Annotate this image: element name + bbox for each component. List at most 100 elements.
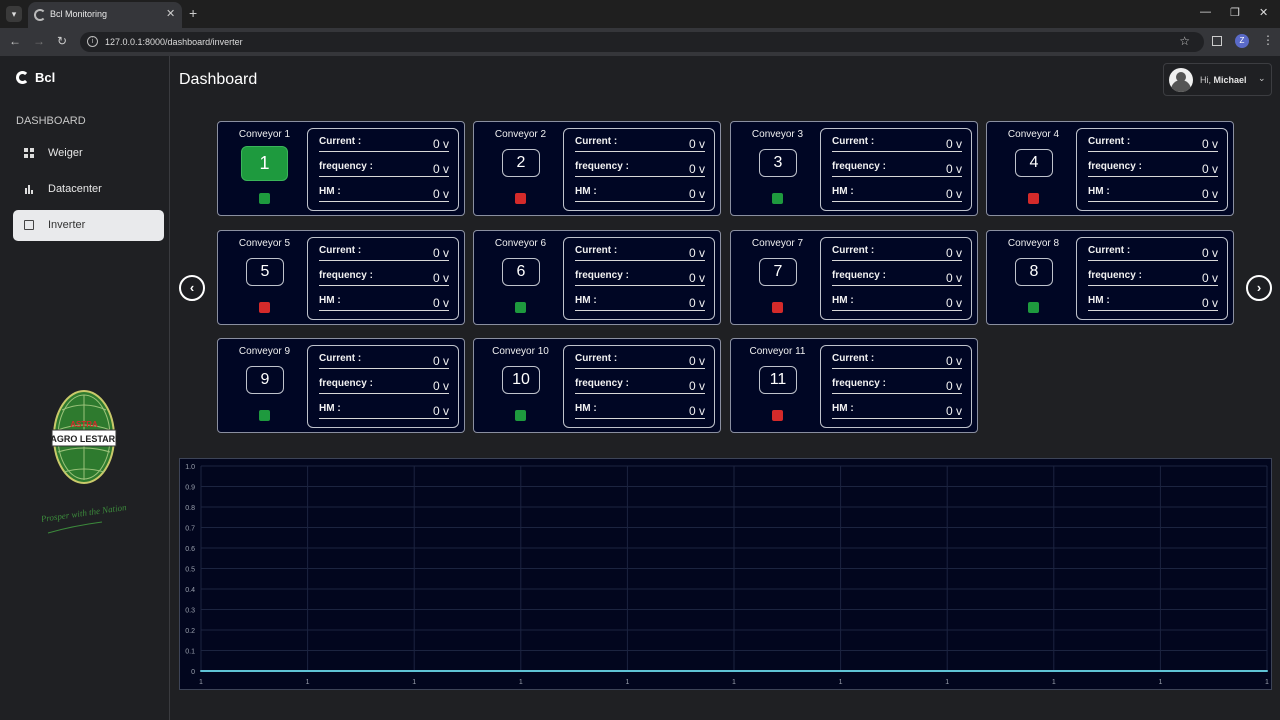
sidebar-item-datacenter[interactable]: Datacenter [13, 174, 164, 205]
tab-close-icon[interactable]: ✕ [166, 7, 175, 20]
current-value: 0 v [1201, 246, 1218, 260]
hm-row: HM : 0 v [832, 184, 962, 202]
carousel-next-button[interactable]: › [1246, 275, 1272, 301]
frequency-row: frequency : 0 v [1088, 268, 1218, 286]
profile-avatar-icon[interactable]: Z [1235, 34, 1249, 48]
conveyor-card[interactable]: Conveyor 4 4 Current :0 v frequency :0 v HM … [986, 121, 1234, 216]
conveyor-card[interactable]: Conveyor 3 3 Current :0 v frequency :0 v HM … [730, 121, 978, 216]
x-tick-label: 1 [199, 679, 203, 686]
tab-search-icon[interactable]: ▾ [6, 6, 22, 22]
conveyor-values-panel: Current : 0 v frequency : 0 v HM : 0 v [1076, 237, 1228, 320]
hm-label: HM : [1088, 295, 1110, 306]
chart-svg: 0 0.1 0.2 0.3 0.4 0.5 0.6 0.7 0.8 0.9 1.0 1 1 1 1 1 1 1 1 1… [185, 464, 1269, 686]
site-info-icon[interactable]: i [87, 36, 98, 47]
avatar [1169, 68, 1193, 92]
current-value: 0 v [945, 354, 962, 368]
conveyor-card[interactable]: Conveyor 6 6 Current :0 v frequency :0 v HM … [473, 230, 721, 325]
more-menu-icon[interactable]: ⋮ [1262, 33, 1274, 47]
page-title: Dashboard [179, 71, 258, 88]
conveyor-name: Conveyor 2 [494, 129, 547, 140]
sidebar: Bcl DASHBOARD Weiger Datacenter Inverter… [0, 56, 170, 720]
brand[interactable]: Bcl [16, 70, 55, 85]
conveyor-card[interactable]: Conveyor 7 7 Current :0 v frequency :0 v HM … [730, 230, 978, 325]
hm-row: HM : 0 v [1088, 293, 1218, 311]
conveyor-number-button[interactable]: 11 [759, 366, 797, 394]
y-tick-label: 1.0 [185, 464, 195, 471]
current-row: Current : 0 v [832, 243, 962, 261]
status-indicator [1028, 193, 1039, 204]
url-text[interactable]: 127.0.0.1:8000/dashboard/inverter [105, 37, 243, 47]
bookmark-star-icon[interactable]: ☆ [1179, 34, 1190, 48]
hm-label: HM : [832, 403, 854, 414]
hm-label: HM : [319, 186, 341, 197]
conveyor-card[interactable]: Conveyor 11 11 Current :0 v frequency :0 vH… [730, 338, 978, 433]
current-row: Current : 0 v [575, 243, 705, 261]
hm-value: 0 v [432, 187, 449, 201]
conveyor-values-panel: Current : 0 v frequency : 0 v HM : 0 v [307, 237, 459, 320]
frequency-row: frequency : 0 v [575, 159, 705, 177]
hm-row: HM : 0 v [575, 293, 705, 311]
new-tab-icon[interactable]: + [189, 5, 197, 21]
status-indicator [515, 410, 526, 421]
data-point [1266, 670, 1268, 672]
conveyor-number-button[interactable]: 1 [241, 146, 288, 181]
conveyor-number-button[interactable]: 5 [246, 258, 284, 286]
conveyor-number-button[interactable]: 7 [759, 258, 797, 286]
hm-label: HM : [575, 403, 597, 414]
frequency-row: frequency : 0 v [319, 159, 449, 177]
conveyor-number-button[interactable]: 10 [502, 366, 540, 394]
carousel-prev-button[interactable]: ‹ [179, 275, 205, 301]
minimize-icon[interactable]: — [1200, 6, 1211, 18]
address-bar[interactable]: i 127.0.0.1:8000/dashboard/inverter ☆ [80, 32, 1204, 52]
data-point [626, 670, 629, 672]
sidebar-item-weiger[interactable]: Weiger [13, 138, 164, 169]
conveyor-number-button[interactable]: 8 [1015, 258, 1053, 286]
hm-value: 0 v [945, 296, 962, 310]
conveyor-number-button[interactable]: 9 [246, 366, 284, 394]
frequency-label: frequency : [1088, 161, 1142, 172]
status-indicator [259, 410, 270, 421]
conveyor-number-button[interactable]: 2 [502, 149, 540, 177]
frequency-value: 0 v [1201, 271, 1218, 285]
window-close-icon[interactable]: ✕ [1259, 6, 1268, 19]
status-indicator [515, 193, 526, 204]
frequency-label: frequency : [575, 378, 629, 389]
user-menu[interactable]: Hi, Michael ⌄ [1163, 63, 1272, 96]
hm-row: HM : 0 v [832, 401, 962, 419]
back-icon[interactable]: ← [9, 34, 21, 48]
current-value: 0 v [432, 246, 449, 260]
x-tick-label: 1 [625, 679, 629, 686]
grid-icon [24, 148, 34, 158]
conveyor-card[interactable]: Conveyor 10 10 Current :0 v frequency :0 vH… [473, 338, 721, 433]
conveyor-card[interactable]: Conveyor 9 9 Current :0 v frequency :0 v HM … [217, 338, 465, 433]
conveyor-card[interactable]: Conveyor 5 5 Current :0 v frequency :0 v HM … [217, 230, 465, 325]
conveyor-card[interactable]: Conveyor 1 1 Current :0 v frequency :0 v HM … [217, 121, 465, 216]
reload-icon[interactable]: ↻ [57, 34, 67, 48]
svg-text:Prosper with the Nation: Prosper with the Nation [42, 502, 128, 524]
data-point [413, 670, 416, 672]
conveyor-name: Conveyor 3 [751, 129, 804, 140]
sidebar-item-inverter[interactable]: Inverter [13, 210, 164, 241]
browser-tab-bar: ▾ Bcl Monitoring ✕ + — ❐ ✕ [0, 0, 1280, 28]
y-tick-label: 0.3 [185, 608, 195, 615]
current-label: Current : [1088, 245, 1131, 256]
hm-row: HM : 0 v [832, 293, 962, 311]
browser-tab[interactable]: Bcl Monitoring ✕ [28, 2, 182, 28]
frequency-label: frequency : [832, 161, 886, 172]
current-value: 0 v [688, 246, 705, 260]
x-tick-label: 1 [839, 679, 843, 686]
hm-value: 0 v [1201, 296, 1218, 310]
conveyor-number-button[interactable]: 4 [1015, 149, 1053, 177]
side-panel-icon[interactable] [1212, 36, 1222, 46]
conveyor-number-button[interactable]: 3 [759, 149, 797, 177]
conveyor-card[interactable]: Conveyor 2 2 Current :0 v frequency :0 v HM … [473, 121, 721, 216]
conveyor-number-button[interactable]: 6 [502, 258, 540, 286]
conveyor-card[interactable]: Conveyor 8 8 Current :0 v frequency :0 v HM … [986, 230, 1234, 325]
frequency-label: frequency : [575, 270, 629, 281]
frequency-value: 0 v [945, 162, 962, 176]
hm-row: HM : 0 v [319, 293, 449, 311]
status-indicator [515, 302, 526, 313]
user-greeting: Hi, Michael [1200, 75, 1247, 85]
forward-icon[interactable]: → [33, 34, 45, 48]
restore-icon[interactable]: ❐ [1230, 6, 1240, 19]
